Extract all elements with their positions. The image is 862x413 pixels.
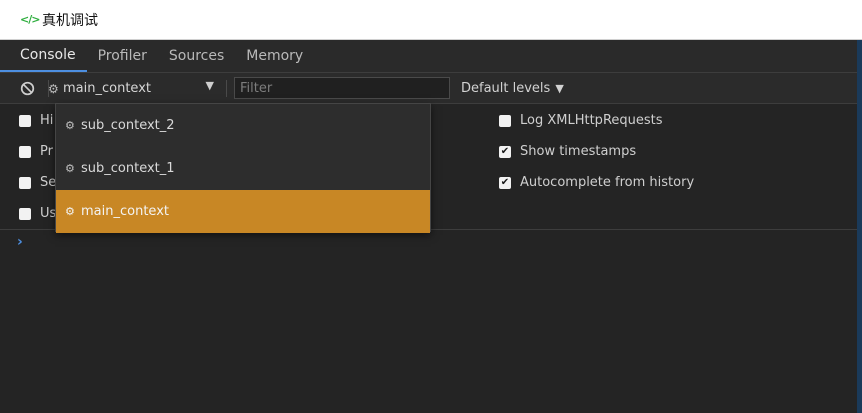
- dropdown-arrow-icon: ▼: [205, 79, 214, 92]
- title-bar: </> 真机调试: [0, 0, 862, 40]
- context-selected-label: main_context: [63, 81, 151, 96]
- window-title: 真机调试: [42, 12, 98, 29]
- panel-tabs: Console Profiler Sources Memory: [0, 40, 862, 73]
- setting-label: Autocomplete from history: [520, 175, 695, 190]
- gear-icon: ⚙: [48, 81, 59, 96]
- tab-profiler[interactable]: Profiler: [87, 40, 158, 72]
- setting-label: Us: [40, 206, 57, 221]
- context-dropdown-menu: ⚙ sub_context_2 ⚙ sub_context_1 ⚙ main_c…: [55, 103, 431, 233]
- tab-sources[interactable]: Sources: [158, 40, 235, 72]
- gear-icon: ⚙: [65, 205, 75, 218]
- tab-memory[interactable]: Memory: [235, 40, 314, 72]
- setting-option[interactable]: Se: [19, 175, 56, 190]
- menu-item-label: sub_context_1: [81, 161, 175, 176]
- setting-option[interactable]: Pr: [19, 144, 53, 159]
- setting-label: Pr: [40, 144, 53, 159]
- setting-label: Log XMLHttpRequests: [520, 113, 663, 128]
- code-icon: </>: [20, 13, 40, 26]
- checkbox[interactable]: [499, 114, 511, 127]
- block-icon[interactable]: [20, 81, 35, 96]
- toolbar-divider: [226, 80, 227, 97]
- dropdown-arrow-icon: ▼: [555, 82, 564, 95]
- checkbox[interactable]: [19, 207, 31, 220]
- tab-console[interactable]: Console: [0, 40, 87, 72]
- menu-item-label: main_context: [81, 204, 169, 219]
- menu-item-sub-context-2[interactable]: ⚙ sub_context_2: [56, 104, 430, 147]
- checkbox[interactable]: [19, 176, 31, 189]
- menu-item-label: sub_context_2: [81, 118, 175, 133]
- setting-autocomplete[interactable]: ✔ Autocomplete from history: [499, 175, 694, 190]
- checkbox-checked[interactable]: ✔: [499, 145, 511, 158]
- console-toolbar: ⚙ main_context ▼ Default levels ▼: [0, 73, 862, 104]
- levels-dropdown[interactable]: Default levels ▼: [461, 73, 564, 104]
- scrollbar-edge: [857, 40, 862, 413]
- setting-label: Show timestamps: [520, 144, 637, 159]
- menu-item-main-context[interactable]: ⚙ main_context: [56, 190, 430, 233]
- checkbox[interactable]: [19, 114, 31, 127]
- context-selector[interactable]: ⚙ main_context ▼: [48, 73, 224, 104]
- checkbox-checked[interactable]: ✔: [499, 176, 511, 189]
- checkbox[interactable]: [19, 145, 31, 158]
- filter-input[interactable]: [234, 77, 450, 99]
- setting-show-timestamps[interactable]: ✔ Show timestamps: [499, 144, 636, 159]
- setting-label: Hi: [40, 113, 54, 128]
- console-prompt-icon[interactable]: ›: [17, 234, 23, 250]
- gear-icon: ⚙: [65, 162, 75, 175]
- setting-option[interactable]: Hi: [19, 113, 53, 128]
- menu-item-sub-context-1[interactable]: ⚙ sub_context_1: [56, 147, 430, 190]
- setting-log-xhr[interactable]: Log XMLHttpRequests: [499, 113, 663, 128]
- setting-option[interactable]: Us: [19, 206, 56, 221]
- setting-label: Se: [40, 175, 57, 190]
- gear-icon: ⚙: [65, 119, 75, 132]
- levels-label: Default levels: [461, 81, 551, 96]
